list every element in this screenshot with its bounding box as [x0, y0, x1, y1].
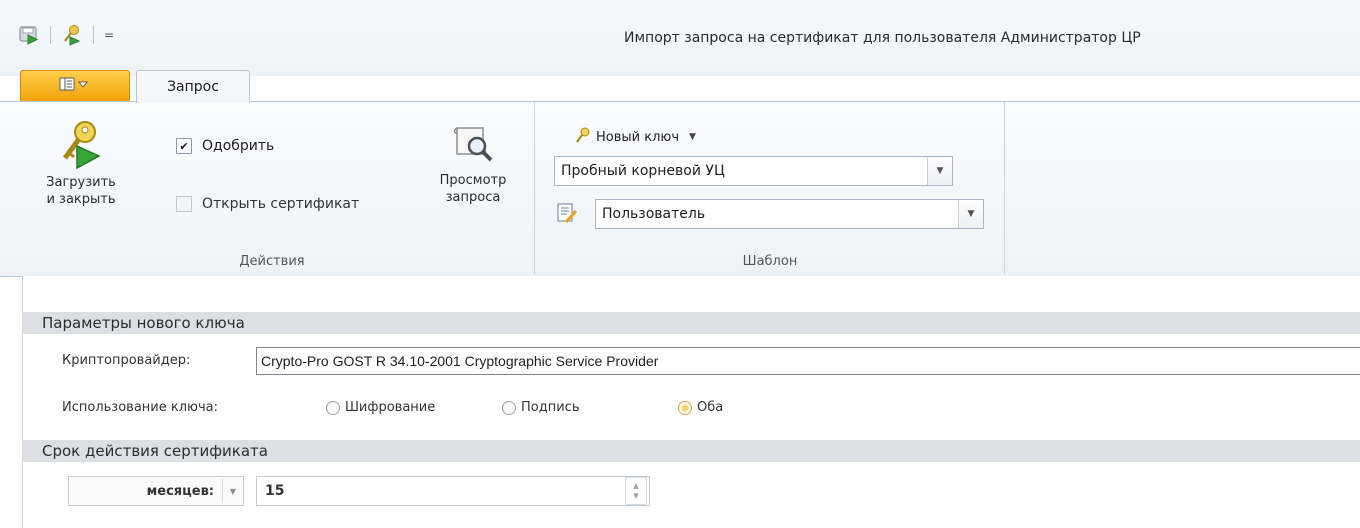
- usage-radio-signature[interactable]: Подпись: [502, 400, 579, 415]
- quick-access-toolbar: =: [16, 22, 114, 48]
- app-menu-button[interactable]: [20, 70, 130, 101]
- qat-separator: [93, 26, 94, 44]
- usage-option-label: Подпись: [521, 400, 580, 415]
- key-icon[interactable]: [59, 22, 85, 48]
- import-request-window: = Импорт запроса на сертификат для польз…: [0, 0, 1360, 528]
- spin-down-icon[interactable]: ▼: [633, 491, 638, 501]
- title-bar: = Импорт запроса на сертификат для польз…: [0, 0, 1360, 76]
- open-certificate-check-box[interactable]: [176, 196, 192, 212]
- view-request-button[interactable]: Просмотр запроса: [420, 120, 526, 206]
- ribbon-group-actions: Загрузить и закрыть ✔ Одобрить Открыть с…: [10, 102, 535, 274]
- ca-select-value: Пробный корневой УЦ: [561, 163, 725, 179]
- period-unit-value: месяцев:: [146, 483, 214, 499]
- app-menu-icon: [57, 76, 93, 96]
- open-certificate-checkbox[interactable]: Открыть сертификат: [176, 196, 359, 212]
- view-request-label-line1: Просмотр: [439, 173, 507, 188]
- chevron-down-icon: ▼: [689, 132, 696, 142]
- open-certificate-label: Открыть сертификат: [202, 196, 360, 212]
- validity-header: Срок действия сертификата: [22, 440, 1360, 462]
- new-key-dropdown[interactable]: Новый ключ ▼: [574, 126, 696, 148]
- usage-option-label: Шифрование: [345, 400, 436, 415]
- chevron-down-icon[interactable]: ▼: [927, 157, 952, 185]
- view-request-label-line2: запроса: [445, 190, 501, 205]
- actions-group-label: Действия: [239, 254, 305, 269]
- radio-button-selected[interactable]: [678, 400, 692, 415]
- provider-field[interactable]: Crypto-Pro GOST R 34.10-2001 Cryptograph…: [256, 347, 1360, 375]
- usage-radio-encryption[interactable]: Шифрование: [326, 400, 435, 415]
- chevron-down-icon[interactable]: ▼: [222, 479, 243, 503]
- qat-separator: [50, 26, 51, 44]
- view-request-icon: [449, 120, 497, 172]
- period-value: 15: [265, 483, 285, 499]
- approve-checkbox[interactable]: ✔ Одобрить: [176, 138, 274, 154]
- approve-check-box[interactable]: ✔: [176, 138, 192, 154]
- new-key-label: Новый ключ: [596, 129, 680, 145]
- radio-button[interactable]: [326, 400, 340, 415]
- save-load-icon[interactable]: [16, 22, 42, 48]
- key-usage-label: Использование ключа:: [62, 400, 218, 415]
- chevron-down-icon[interactable]: ▼: [958, 200, 983, 228]
- load-and-close-button[interactable]: Загрузить и закрыть: [24, 118, 138, 208]
- usage-option-label: Оба: [697, 400, 724, 415]
- period-spinner[interactable]: 15 ▲ ▼: [256, 476, 650, 506]
- small-key-icon: [574, 126, 592, 148]
- usage-radio-both[interactable]: Оба: [678, 400, 723, 415]
- key-params-header: Параметры нового ключа: [22, 312, 1360, 334]
- ca-select[interactable]: Пробный корневой УЦ ▼: [554, 156, 953, 186]
- period-unit-select[interactable]: месяцев: ▼: [68, 476, 244, 506]
- radio-button[interactable]: [502, 400, 516, 415]
- tab-request[interactable]: Запрос: [136, 70, 250, 103]
- window-title: Импорт запроса на сертификат для пользов…: [624, 30, 1141, 46]
- template-group-label: Шаблон: [742, 254, 798, 269]
- provider-label: Криптопровайдер:: [62, 353, 191, 368]
- spinner-arrows[interactable]: ▲ ▼: [625, 477, 647, 505]
- template-edit-icon: [556, 202, 578, 228]
- key-load-icon: [55, 118, 107, 174]
- user-template-select[interactable]: Пользователь ▼: [595, 199, 984, 229]
- customize-qat-button[interactable]: =: [104, 28, 114, 42]
- user-template-value: Пользователь: [602, 206, 706, 222]
- load-close-label-line1: Загрузить: [46, 175, 116, 190]
- spin-up-icon[interactable]: ▲: [633, 481, 638, 491]
- approve-label: Одобрить: [202, 138, 275, 154]
- load-close-label-line2: и закрыть: [46, 192, 116, 207]
